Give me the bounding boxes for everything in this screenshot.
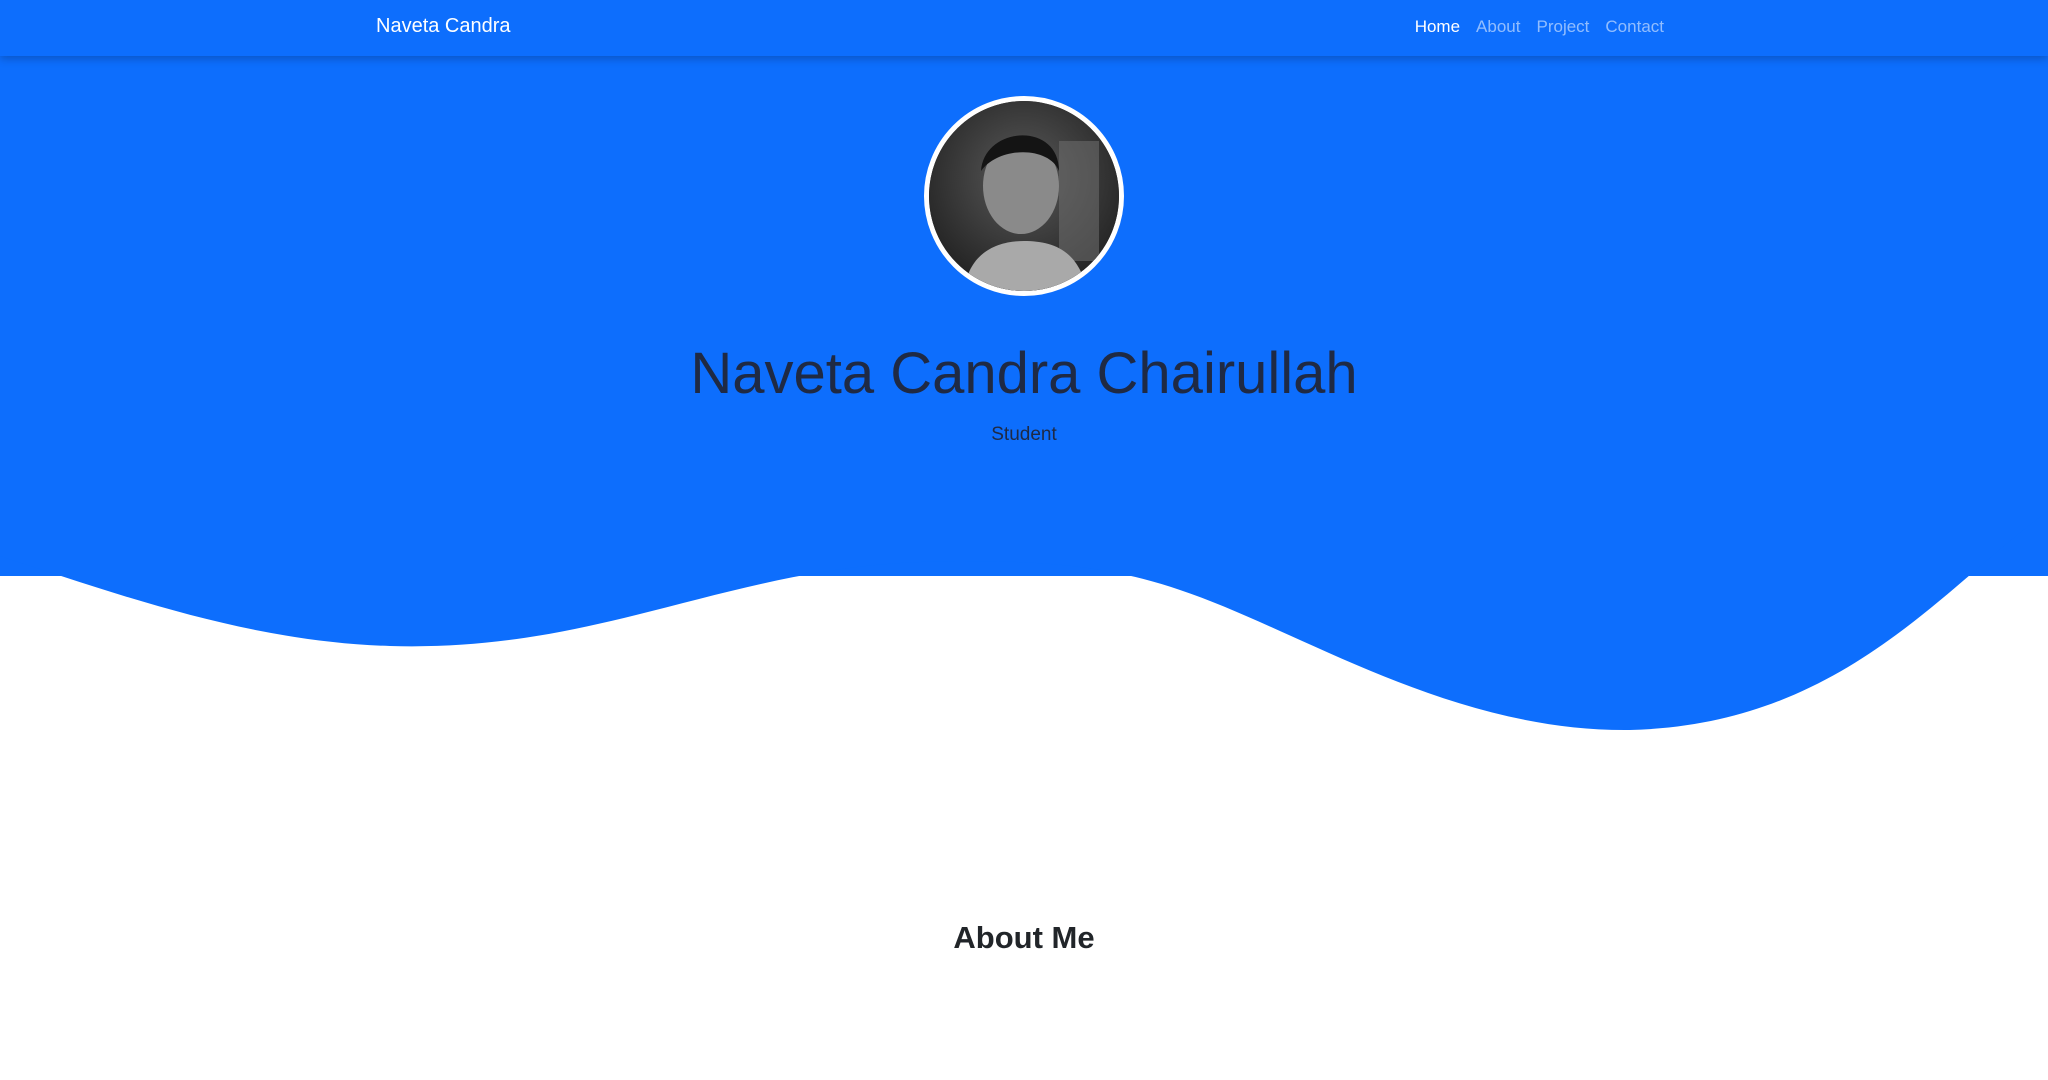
brand-link[interactable]: Naveta Candra bbox=[376, 15, 511, 38]
hero-wave-shape bbox=[0, 500, 2048, 731]
profile-avatar bbox=[924, 96, 1124, 296]
profile-photo-icon bbox=[929, 101, 1119, 291]
nav-link-home[interactable]: Home bbox=[1415, 17, 1460, 37]
nav-link-contact[interactable]: Contact bbox=[1605, 17, 1664, 37]
hero-subtitle: Student bbox=[991, 424, 1057, 445]
nav-link-about[interactable]: About bbox=[1476, 17, 1520, 37]
about-section-title: About Me bbox=[953, 920, 1095, 955]
nav-link-project[interactable]: Project bbox=[1536, 17, 1589, 37]
navbar: Naveta Candra Home About Project Contact bbox=[0, 0, 2048, 56]
hero-name: Naveta Candra Chairullah bbox=[690, 341, 1358, 406]
nav-links: Home About Project Contact bbox=[1415, 17, 1664, 37]
